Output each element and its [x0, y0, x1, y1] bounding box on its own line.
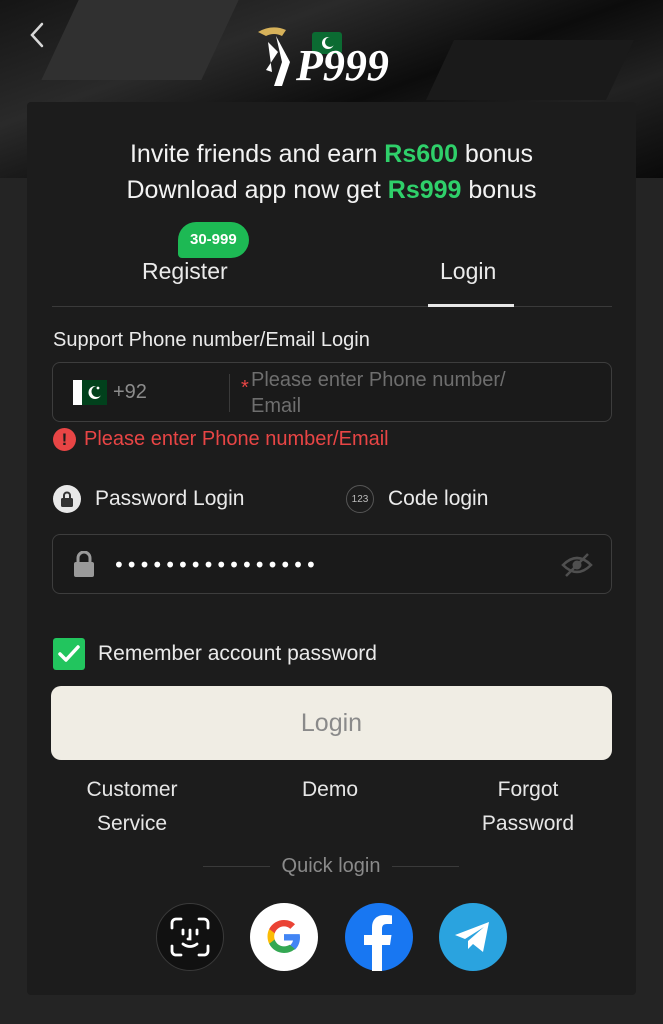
tab-register[interactable]: Register [142, 258, 228, 285]
back-button[interactable] [22, 20, 52, 50]
chevron-left-icon [30, 22, 44, 48]
phone-email-input[interactable] [251, 367, 571, 419]
remember-checkbox[interactable] [53, 638, 85, 670]
face-id-login-button[interactable] [156, 903, 224, 971]
checkmark-icon [58, 645, 80, 662]
lock-circle-icon [53, 485, 81, 513]
phone-error: ! Please enter Phone number/Email [53, 428, 389, 451]
telegram-login-button[interactable] [439, 903, 507, 971]
customer-service-link[interactable]: Customer Service [72, 773, 192, 841]
promo-text: bonus [461, 176, 537, 204]
auth-tabs: Register Login [52, 240, 612, 307]
p999-logo: P999 [252, 22, 412, 92]
login-button[interactable]: Login [51, 686, 612, 760]
google-login-button[interactable] [250, 903, 318, 971]
eye-off-icon[interactable] [561, 551, 593, 579]
link-text: Service [96, 812, 168, 835]
password-input[interactable] [113, 549, 543, 581]
password-login-option[interactable]: Password Login [53, 485, 244, 513]
link-text: Customer [86, 778, 178, 801]
promo-line-2: Download app now get Rs999 bonus [0, 172, 663, 208]
pakistan-flag-icon[interactable] [73, 380, 107, 405]
error-icon: ! [53, 428, 76, 451]
code-123-icon: 123 [346, 485, 374, 513]
lock-icon [74, 551, 94, 577]
code-login-label: Code login [388, 487, 489, 510]
promo-text: Invite friends and earn [129, 140, 385, 168]
divider-line [203, 866, 270, 867]
password-field [52, 534, 612, 594]
quick-login-label: Quick login [281, 855, 381, 877]
active-tab-indicator [428, 304, 514, 307]
phone-label: Support Phone number/Email Login [53, 329, 370, 351]
promo-text: bonus [457, 140, 534, 168]
code-login-option[interactable]: 123 Code login [346, 485, 488, 513]
error-message: Please enter Phone number/Email [84, 428, 389, 450]
country-code[interactable]: +92 [113, 381, 147, 404]
password-login-label: Password Login [95, 487, 245, 510]
phone-field: +92 * [52, 362, 612, 422]
tab-login[interactable]: Login [440, 258, 496, 285]
register-bonus-badge: 30-999 [178, 222, 249, 258]
link-text: Forgot [497, 778, 559, 801]
facebook-icon [364, 915, 392, 971]
field-divider [229, 374, 230, 412]
forgot-password-link[interactable]: Forgot Password [470, 773, 586, 841]
logo-text: P999 [295, 41, 389, 90]
remember-password[interactable]: Remember account password [53, 638, 377, 670]
promo-line-1: Invite friends and earn Rs600 bonus [0, 136, 663, 172]
promo-amount: Rs999 [387, 176, 462, 204]
face-id-icon [170, 917, 210, 957]
required-mark: * [241, 377, 249, 399]
promo-banner: Invite friends and earn Rs600 bonus Down… [0, 136, 663, 208]
divider-line [392, 866, 459, 867]
promo-amount: Rs600 [384, 140, 458, 168]
telegram-icon [455, 922, 489, 952]
demo-link[interactable]: Demo [280, 773, 380, 807]
link-text: Password [481, 812, 575, 835]
quick-login-divider: Quick login [203, 855, 459, 878]
remember-label: Remember account password [98, 642, 377, 665]
facebook-login-button[interactable] [345, 903, 413, 971]
google-icon [267, 920, 300, 953]
promo-text: Download app now get [126, 176, 388, 204]
background-shard [426, 40, 634, 100]
